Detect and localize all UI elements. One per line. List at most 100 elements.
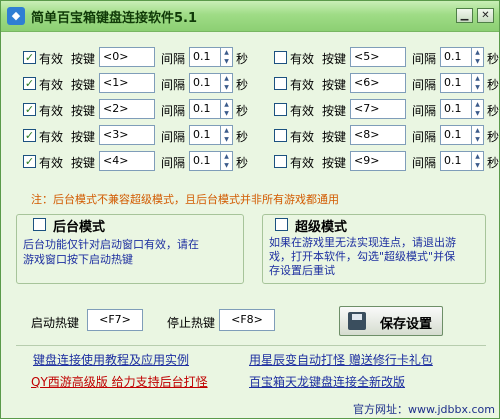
super-mode-desc-3: 存设置后重试 [269, 264, 335, 277]
enabled-label: 有效 [290, 156, 315, 170]
enabled-checkbox-2[interactable]: ✓ [23, 103, 36, 116]
close-button[interactable]: ✕ [477, 8, 494, 23]
interval-spinner-5[interactable]: ▲ ▼ [472, 47, 484, 67]
tutorial-link[interactable]: 键盘连接使用教程及应用实例 [33, 351, 189, 368]
enabled-checkbox-0[interactable]: ✓ [23, 51, 36, 64]
key-label: 按键 [71, 130, 96, 144]
interval-spinner-6[interactable]: ▲ ▼ [472, 73, 484, 93]
interval-label: 间隔 [161, 156, 186, 170]
key-field-2[interactable]: <2> [99, 99, 155, 119]
background-mode-title: 后台模式 [53, 220, 106, 235]
window-title: 简单百宝箱键盘连接软件5.1 [31, 11, 198, 26]
qy-link[interactable]: QY西游高级版 给力支持后台打怪 [31, 373, 208, 390]
key-row-2: ✓ 有效 按键 <2> 间隔 0.1 ▲ ▼ 秒 [23, 98, 248, 122]
interval-spinner-9[interactable]: ▲ ▼ [472, 151, 484, 171]
enabled-checkbox-6[interactable] [274, 77, 287, 90]
enabled-checkbox-4[interactable]: ✓ [23, 155, 36, 168]
interval-label: 间隔 [161, 52, 186, 66]
second-label: 秒 [236, 52, 249, 66]
key-row-3: ✓ 有效 按键 <3> 间隔 0.1 ▲ ▼ 秒 [23, 124, 248, 148]
key-field-1[interactable]: <1> [99, 73, 155, 93]
interval-label: 间隔 [412, 52, 437, 66]
interval-field-9[interactable]: 0.1 [440, 151, 472, 171]
second-label: 秒 [487, 104, 500, 118]
interval-label: 间隔 [412, 104, 437, 118]
interval-field-1[interactable]: 0.1 [189, 73, 221, 93]
key-field-9[interactable]: <9> [350, 151, 406, 171]
interval-field-3[interactable]: 0.1 [189, 125, 221, 145]
key-row-6: 有效 按键 <6> 间隔 0.1 ▲ ▼ 秒 [274, 72, 499, 96]
interval-label: 间隔 [412, 78, 437, 92]
key-label: 按键 [322, 156, 347, 170]
title-bar[interactable]: ◆ 简单百宝箱键盘连接软件5.1 ▁ ✕ [1, 1, 499, 32]
background-mode-checkbox[interactable] [33, 218, 46, 231]
official-site: 官方网址：www.jdbbx.com [353, 403, 495, 416]
interval-field-7[interactable]: 0.1 [440, 99, 472, 119]
auto-fight-link[interactable]: 用星辰变自动打怪 赠送修行卡礼包 [249, 351, 433, 368]
start-hotkey-field[interactable]: <F7> [87, 309, 143, 331]
key-field-8[interactable]: <8> [350, 125, 406, 145]
interval-spinner-2[interactable]: ▲ ▼ [221, 99, 233, 119]
enabled-checkbox-5[interactable] [274, 51, 287, 64]
interval-field-8[interactable]: 0.1 [440, 125, 472, 145]
interval-field-0[interactable]: 0.1 [189, 47, 221, 67]
key-field-4[interactable]: <4> [99, 151, 155, 171]
enabled-label: 有效 [290, 78, 315, 92]
key-row-1: ✓ 有效 按键 <1> 间隔 0.1 ▲ ▼ 秒 [23, 72, 248, 96]
second-label: 秒 [236, 156, 249, 170]
key-row-5: 有效 按键 <5> 间隔 0.1 ▲ ▼ 秒 [274, 46, 499, 70]
key-label: 按键 [71, 52, 96, 66]
key-label: 按键 [71, 156, 96, 170]
key-row-4: ✓ 有效 按键 <4> 间隔 0.1 ▲ ▼ 秒 [23, 150, 248, 174]
stop-hotkey-field[interactable]: <F8> [219, 309, 275, 331]
background-mode-desc-1: 后台功能仅针对启动窗口有效，请在 [23, 238, 199, 251]
enabled-checkbox-1[interactable]: ✓ [23, 77, 36, 90]
key-label: 按键 [322, 78, 347, 92]
interval-spinner-1[interactable]: ▲ ▼ [221, 73, 233, 93]
interval-field-4[interactable]: 0.1 [189, 151, 221, 171]
enabled-checkbox-3[interactable]: ✓ [23, 129, 36, 142]
key-field-5[interactable]: <5> [350, 47, 406, 67]
interval-field-2[interactable]: 0.1 [189, 99, 221, 119]
baibaoxiang-link[interactable]: 百宝箱天龙键盘连接全新改版 [249, 373, 405, 390]
interval-spinner-3[interactable]: ▲ ▼ [221, 125, 233, 145]
enabled-label: 有效 [39, 78, 64, 92]
enabled-label: 有效 [290, 130, 315, 144]
interval-label: 间隔 [161, 104, 186, 118]
interval-field-5[interactable]: 0.1 [440, 47, 472, 67]
key-field-3[interactable]: <3> [99, 125, 155, 145]
interval-spinner-7[interactable]: ▲ ▼ [472, 99, 484, 119]
enabled-checkbox-7[interactable] [274, 103, 287, 116]
interval-spinner-0[interactable]: ▲ ▼ [221, 47, 233, 67]
minimize-button[interactable]: ▁ [456, 8, 473, 23]
super-mode-checkbox[interactable] [275, 218, 288, 231]
enabled-label: 有效 [39, 130, 64, 144]
second-label: 秒 [236, 130, 249, 144]
app-icon: ◆ [7, 7, 25, 25]
key-label: 按键 [71, 78, 96, 92]
enabled-label: 有效 [39, 156, 64, 170]
save-settings-button[interactable]: 保存设置 [339, 306, 443, 336]
background-mode-group: 后台模式 后台功能仅针对启动窗口有效，请在 游戏窗口按下启动热键 [16, 214, 244, 284]
interval-label: 间隔 [412, 130, 437, 144]
key-label: 按键 [322, 104, 347, 118]
interval-spinner-8[interactable]: ▲ ▼ [472, 125, 484, 145]
key-field-6[interactable]: <6> [350, 73, 406, 93]
second-label: 秒 [236, 104, 249, 118]
key-label: 按键 [322, 130, 347, 144]
mode-note: 注：后台模式不兼容超级模式，且后台模式并非所有游戏都通用 [31, 193, 339, 206]
super-mode-title: 超级模式 [295, 220, 348, 235]
key-field-7[interactable]: <7> [350, 99, 406, 119]
enabled-checkbox-8[interactable] [274, 129, 287, 142]
key-row-9: 有效 按键 <9> 间隔 0.1 ▲ ▼ 秒 [274, 150, 499, 174]
interval-spinner-4[interactable]: ▲ ▼ [221, 151, 233, 171]
interval-field-6[interactable]: 0.1 [440, 73, 472, 93]
key-label: 按键 [71, 104, 96, 118]
enabled-label: 有效 [290, 104, 315, 118]
key-field-0[interactable]: <0> [99, 47, 155, 67]
save-button-label: 保存设置 [380, 317, 433, 332]
enabled-checkbox-9[interactable] [274, 155, 287, 168]
interval-label: 间隔 [161, 130, 186, 144]
second-label: 秒 [487, 52, 500, 66]
super-mode-desc-2: 戏，打开本软件，勾选"超级模式"并保 [269, 250, 456, 263]
